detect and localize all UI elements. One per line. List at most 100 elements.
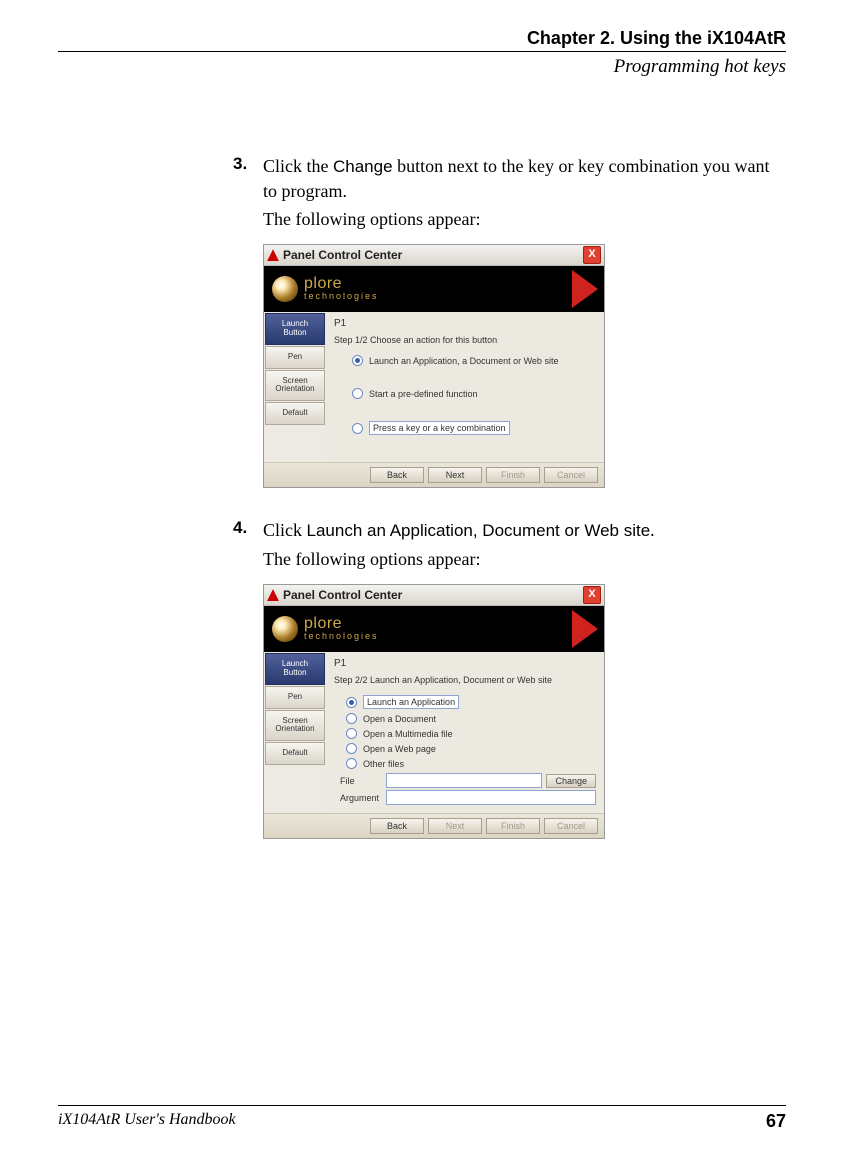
dialog-sidebar: Launch Button Pen Screen Orientation Def… — [264, 312, 326, 462]
cancel-button[interactable]: Cancel — [544, 818, 598, 834]
step-3-pre: Click the — [263, 156, 333, 176]
brand-line1: plore — [304, 277, 379, 291]
back-button[interactable]: Back — [370, 818, 424, 834]
dialog-panel-1: P1 Step 1/2 Choose an action for this bu… — [326, 312, 604, 462]
banner-arrow-icon — [572, 270, 598, 308]
brand-globe-icon — [272, 616, 298, 642]
argument-label: Argument — [340, 793, 386, 803]
page-number: 67 — [766, 1111, 786, 1132]
option-other-files-label: Other files — [363, 759, 404, 769]
page: Chapter 2. Using the iX104AtR Programmin… — [0, 0, 844, 1156]
dialog-titlebar: Panel Control Center X — [264, 245, 604, 266]
option-open-multimedia[interactable]: Open a Multimedia file — [346, 728, 596, 739]
brand-text: plore technologies — [304, 277, 379, 301]
option-launch-app-label: Launch an Application, a Document or Web… — [369, 356, 558, 366]
content: 3. Click the Change button next to the k… — [233, 154, 786, 839]
option-open-doc[interactable]: Open a Document — [346, 713, 596, 724]
option-launch-app[interactable]: Launch an Application — [346, 695, 596, 709]
brand-line2: technologies — [304, 291, 379, 301]
tab-default[interactable]: Default — [265, 402, 325, 425]
panel-key-name: P1 — [334, 658, 596, 669]
option-predefined-label: Start a pre-defined function — [369, 389, 478, 399]
step-4-text: Click Launch an Application, Document or… — [263, 518, 655, 543]
option-open-multimedia-label: Open a Multimedia file — [363, 729, 453, 739]
option-other-files[interactable]: Other files — [346, 758, 596, 769]
radio-icon — [346, 697, 357, 708]
step-3: 3. Click the Change button next to the k… — [233, 154, 786, 203]
app-logo-icon — [267, 249, 279, 261]
option-key-combo[interactable]: Press a key or a key combination — [352, 421, 596, 435]
step-3-number: 3. — [233, 154, 263, 203]
section-title: Programming hot keys — [58, 56, 786, 78]
step-4-caption: The following options appear: — [263, 549, 786, 570]
step-4: 4. Click Launch an Application, Document… — [233, 518, 786, 543]
tab-default[interactable]: Default — [265, 742, 325, 765]
radio-icon — [346, 758, 357, 769]
radio-icon — [346, 728, 357, 739]
close-button[interactable]: X — [583, 586, 601, 604]
panel-step-label: Step 1/2 Choose an action for this butto… — [334, 335, 596, 345]
file-label: File — [340, 776, 386, 786]
footer: iX104AtR User's Handbook 67 — [58, 1105, 786, 1132]
header: Chapter 2. Using the iX104AtR — [58, 28, 786, 52]
cancel-button[interactable]: Cancel — [544, 467, 598, 483]
argument-input[interactable] — [386, 790, 596, 805]
option-launch-app[interactable]: Launch an Application, a Document or Web… — [352, 355, 596, 366]
step-4-post: . — [650, 520, 655, 540]
option-open-doc-label: Open a Document — [363, 714, 436, 724]
brand-globe-icon — [272, 276, 298, 302]
step-4-number: 4. — [233, 518, 263, 543]
argument-row: Argument — [340, 790, 596, 805]
option-key-combo-label: Press a key or a key combination — [369, 421, 510, 435]
tab-launch-button[interactable]: Launch Button — [265, 313, 325, 345]
next-button[interactable]: Next — [428, 467, 482, 483]
tab-screen-orientation[interactable]: Screen Orientation — [265, 710, 325, 742]
tab-launch-button[interactable]: Launch Button — [265, 653, 325, 685]
file-row: File Change — [340, 773, 596, 788]
step-3-text: Click the Change button next to the key … — [263, 154, 786, 203]
step-3-caption: The following options appear: — [263, 209, 786, 230]
dialog-titlebar: Panel Control Center X — [264, 585, 604, 606]
dialog-panel-2: P1 Step 2/2 Launch an Application, Docum… — [326, 652, 604, 813]
radio-icon — [346, 713, 357, 724]
option-launch-app-label: Launch an Application — [363, 695, 459, 709]
dialog-button-row: Back Next Finish Cancel — [264, 462, 604, 487]
dialog-body: Launch Button Pen Screen Orientation Def… — [264, 312, 604, 462]
finish-button[interactable]: Finish — [486, 467, 540, 483]
panel-step-label: Step 2/2 Launch an Application, Document… — [334, 675, 596, 685]
dialog-title-text: Panel Control Center — [283, 588, 583, 602]
tab-pen[interactable]: Pen — [265, 346, 325, 369]
tab-pen[interactable]: Pen — [265, 686, 325, 709]
step-4-pre: Click — [263, 520, 307, 540]
brand-banner: plore technologies — [264, 266, 604, 312]
finish-button[interactable]: Finish — [486, 818, 540, 834]
panel-key-name: P1 — [334, 318, 596, 329]
radio-icon — [352, 388, 363, 399]
dialog-title-text: Panel Control Center — [283, 248, 583, 262]
file-change-button[interactable]: Change — [546, 774, 596, 788]
brand-line1: plore — [304, 617, 379, 631]
back-button[interactable]: Back — [370, 467, 424, 483]
radio-icon — [352, 423, 363, 434]
app-logo-icon — [267, 589, 279, 601]
step-4-option-label: Launch an Application, Document or Web s… — [307, 521, 651, 540]
file-input[interactable] — [386, 773, 542, 788]
option-predefined[interactable]: Start a pre-defined function — [352, 388, 596, 399]
option-open-web[interactable]: Open a Web page — [346, 743, 596, 754]
dialog-step2: Panel Control Center X plore technologie… — [263, 584, 605, 839]
radio-icon — [352, 355, 363, 366]
brand-banner: plore technologies — [264, 606, 604, 652]
tab-screen-orientation[interactable]: Screen Orientation — [265, 370, 325, 402]
brand-text: plore technologies — [304, 617, 379, 641]
step-3-change-label: Change — [333, 157, 393, 176]
dialog-step1: Panel Control Center X plore technologie… — [263, 244, 605, 488]
close-button[interactable]: X — [583, 246, 601, 264]
banner-arrow-icon — [572, 610, 598, 648]
dialog-body: Launch Button Pen Screen Orientation Def… — [264, 652, 604, 813]
chapter-title: Chapter 2. Using the iX104AtR — [527, 28, 786, 48]
brand-line2: technologies — [304, 631, 379, 641]
footer-left: iX104AtR User's Handbook — [58, 1111, 236, 1132]
next-button[interactable]: Next — [428, 818, 482, 834]
option-open-web-label: Open a Web page — [363, 744, 436, 754]
radio-icon — [346, 743, 357, 754]
